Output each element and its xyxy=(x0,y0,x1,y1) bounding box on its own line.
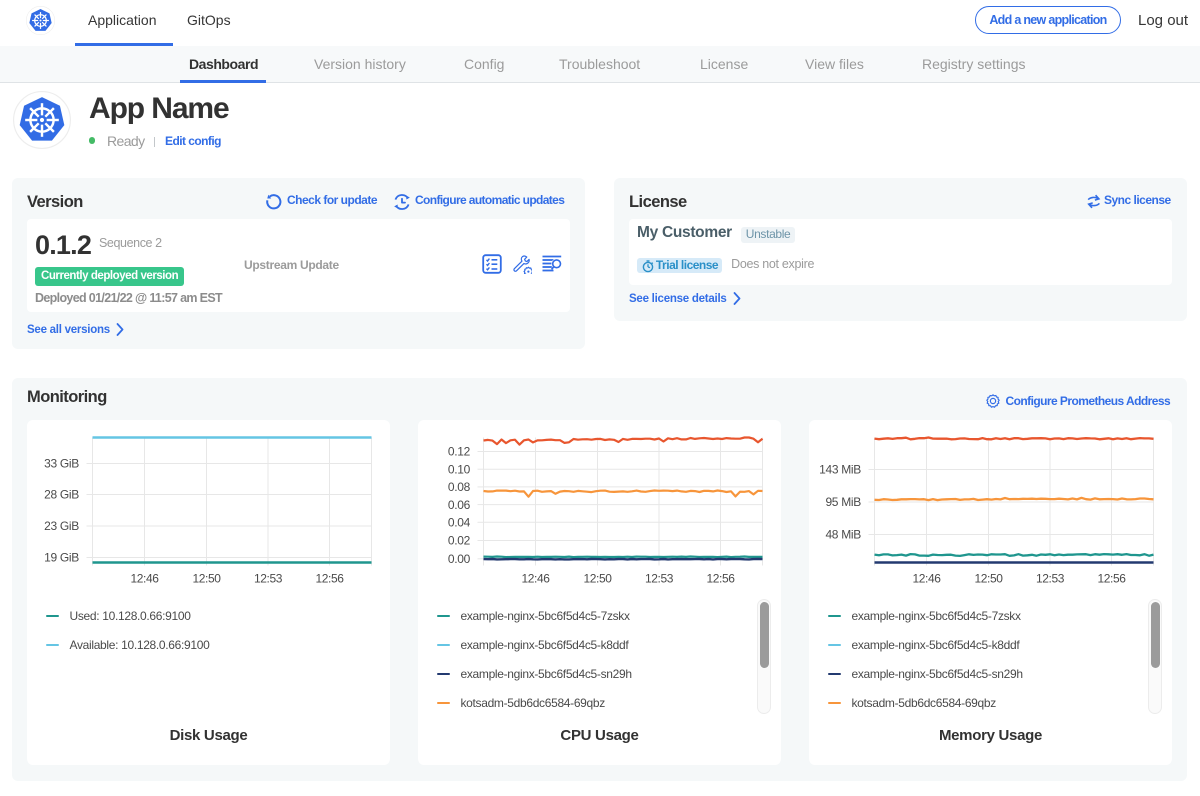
svg-text:12:50: 12:50 xyxy=(974,572,1003,586)
svg-text:12:46: 12:46 xyxy=(130,572,159,586)
svg-text:12:56: 12:56 xyxy=(1097,572,1126,586)
svg-text:0.12: 0.12 xyxy=(448,445,471,459)
svg-text:0.10: 0.10 xyxy=(448,462,471,476)
svg-text:12:56: 12:56 xyxy=(315,572,344,586)
svg-text:95 MiB: 95 MiB xyxy=(825,495,861,509)
svg-text:12:50: 12:50 xyxy=(192,572,221,586)
svg-text:12:53: 12:53 xyxy=(1036,572,1065,586)
svg-text:12:53: 12:53 xyxy=(645,572,674,586)
svg-text:23 GiB: 23 GiB xyxy=(44,519,79,533)
svg-text:12:46: 12:46 xyxy=(521,572,550,586)
svg-text:12:56: 12:56 xyxy=(706,572,735,586)
svg-text:0.00: 0.00 xyxy=(448,552,471,566)
svg-text:12:50: 12:50 xyxy=(583,572,612,586)
svg-text:33 GiB: 33 GiB xyxy=(44,457,79,471)
svg-text:0.06: 0.06 xyxy=(448,498,471,512)
svg-text:28 GiB: 28 GiB xyxy=(44,488,79,502)
svg-text:19 GiB: 19 GiB xyxy=(44,551,79,565)
svg-text:0.04: 0.04 xyxy=(448,516,471,530)
svg-text:48 MiB: 48 MiB xyxy=(825,528,861,542)
svg-text:0.02: 0.02 xyxy=(448,534,471,548)
svg-text:0.08: 0.08 xyxy=(448,480,471,494)
svg-text:143 MiB: 143 MiB xyxy=(819,463,861,477)
svg-text:12:53: 12:53 xyxy=(254,572,283,586)
svg-text:12:46: 12:46 xyxy=(912,572,941,586)
